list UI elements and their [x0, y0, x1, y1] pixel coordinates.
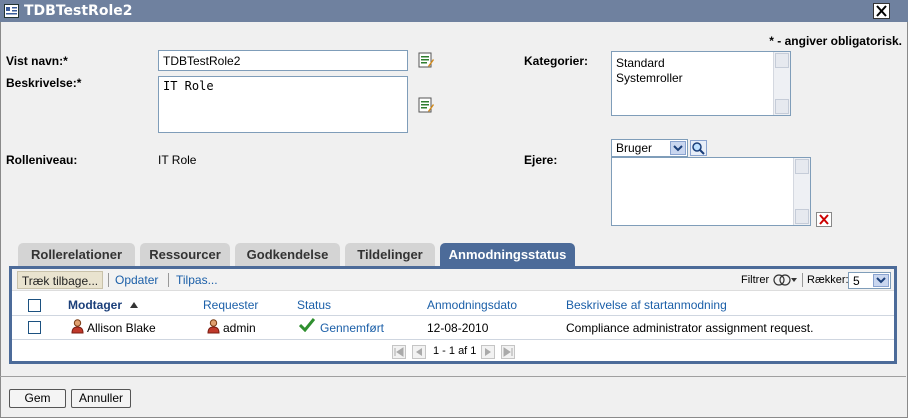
category-item[interactable]: Systemroller	[612, 71, 790, 86]
request-date-cell: 12-08-2010	[427, 321, 489, 335]
categories-listbox[interactable]: Standard Systemroller	[611, 51, 791, 116]
row-checkbox[interactable]	[28, 321, 41, 334]
header-description[interactable]: Beskrivelse af startanmodning	[566, 298, 727, 312]
tab-anmodningsstatus[interactable]: Anmodningsstatus	[440, 243, 575, 267]
scroll-up-arrow-icon[interactable]	[795, 159, 809, 174]
display-name-input[interactable]	[158, 50, 408, 71]
rows-label: Rækker:	[807, 274, 849, 286]
owners-scrollbar[interactable]	[793, 158, 810, 225]
first-page-icon	[394, 347, 404, 357]
delete-owner-icon[interactable]	[816, 212, 832, 227]
owner-type-value: Bruger	[616, 141, 653, 155]
categories-label: Kategorier:	[524, 54, 589, 68]
tab-godkendelse[interactable]: Godkendelse	[235, 243, 340, 267]
checkmark-icon	[299, 318, 315, 332]
title-bar: TDBTestRole2	[0, 0, 908, 22]
header-recipient[interactable]: Modtager	[68, 298, 139, 312]
save-button[interactable]: Gem	[9, 389, 66, 408]
toolbar-divider	[168, 273, 169, 287]
role-level-label: Rolleniveau:	[6, 153, 78, 167]
refresh-link[interactable]: Opdater	[115, 271, 158, 289]
rows-select[interactable]: 5	[848, 272, 891, 289]
select-all-checkbox[interactable]	[28, 299, 41, 312]
scroll-down-arrow-icon[interactable]	[795, 209, 809, 224]
owners-listbox[interactable]	[611, 157, 811, 226]
previous-page-icon	[416, 348, 422, 356]
status-link[interactable]: Gennemført	[320, 321, 384, 335]
description-label: Beskrivelse:*	[6, 76, 82, 90]
category-item[interactable]: Standard	[612, 56, 790, 71]
scroll-down-arrow-icon[interactable]	[775, 99, 789, 114]
pager-text: 1 - 1 af 1	[433, 345, 477, 357]
header-status[interactable]: Status	[297, 298, 331, 312]
scroll-up-arrow-icon[interactable]	[775, 53, 789, 68]
display-name-label: Vist navn:*	[6, 54, 68, 68]
toolbar-divider	[802, 273, 803, 287]
tab-rollerelationer[interactable]: Rollerelationer	[18, 243, 135, 267]
user-icon	[207, 319, 220, 334]
sort-ascending-icon	[130, 302, 139, 308]
chevron-down-icon	[873, 274, 889, 287]
table-toolbar: Træk tilbage... Opdater Tilpas... Filtre…	[12, 269, 894, 291]
role-level-value: IT Role	[158, 153, 197, 167]
requester-cell: admin	[223, 321, 256, 335]
previous-page-button[interactable]	[412, 345, 426, 359]
required-note: * - angiver obligatorisk.	[769, 34, 902, 48]
filter-icon[interactable]	[773, 273, 799, 287]
header-requester[interactable]: Requester	[203, 298, 258, 312]
owners-label: Ejere:	[524, 153, 558, 167]
close-icon	[876, 5, 887, 17]
request-status-panel: Træk tilbage... Opdater Tilpas... Filtre…	[9, 266, 897, 364]
customize-link[interactable]: Tilpas...	[176, 271, 218, 289]
recipient-cell: Allison Blake	[87, 321, 156, 335]
footer-divider	[0, 376, 906, 377]
rows-value: 5	[853, 274, 860, 288]
categories-scrollbar[interactable]	[773, 52, 790, 115]
next-page-icon	[485, 348, 491, 356]
cancel-button[interactable]: Annuller	[71, 389, 131, 408]
table-row-divider	[12, 339, 894, 340]
header-request-date[interactable]: Anmodningsdato	[427, 298, 517, 312]
filter-label: Filtrer	[741, 274, 770, 286]
description-cell: Compliance administrator assignment requ…	[566, 321, 814, 335]
owner-type-select[interactable]: Bruger	[611, 139, 688, 157]
localize-edit-icon[interactable]	[418, 97, 434, 113]
last-page-icon	[503, 347, 513, 357]
table-header-divider	[12, 315, 894, 316]
first-page-button[interactable]	[392, 345, 406, 359]
window-title: TDBTestRole2	[24, 3, 133, 19]
localize-edit-icon[interactable]	[418, 52, 434, 68]
description-textarea[interactable]: IT Role	[158, 76, 408, 133]
last-page-button[interactable]	[501, 345, 515, 359]
next-page-button[interactable]	[481, 345, 495, 359]
tab-ressourcer[interactable]: Ressourcer	[140, 243, 230, 267]
header-recipient-label: Modtager	[68, 298, 122, 312]
retract-button[interactable]: Træk tilbage...	[17, 271, 103, 289]
role-icon	[4, 4, 19, 18]
user-icon	[71, 319, 84, 334]
tab-tildelinger[interactable]: Tildelinger	[345, 243, 435, 267]
search-icon[interactable]	[690, 140, 707, 156]
toolbar-divider	[108, 273, 109, 287]
close-button[interactable]	[873, 3, 890, 19]
chevron-down-icon	[670, 141, 686, 155]
